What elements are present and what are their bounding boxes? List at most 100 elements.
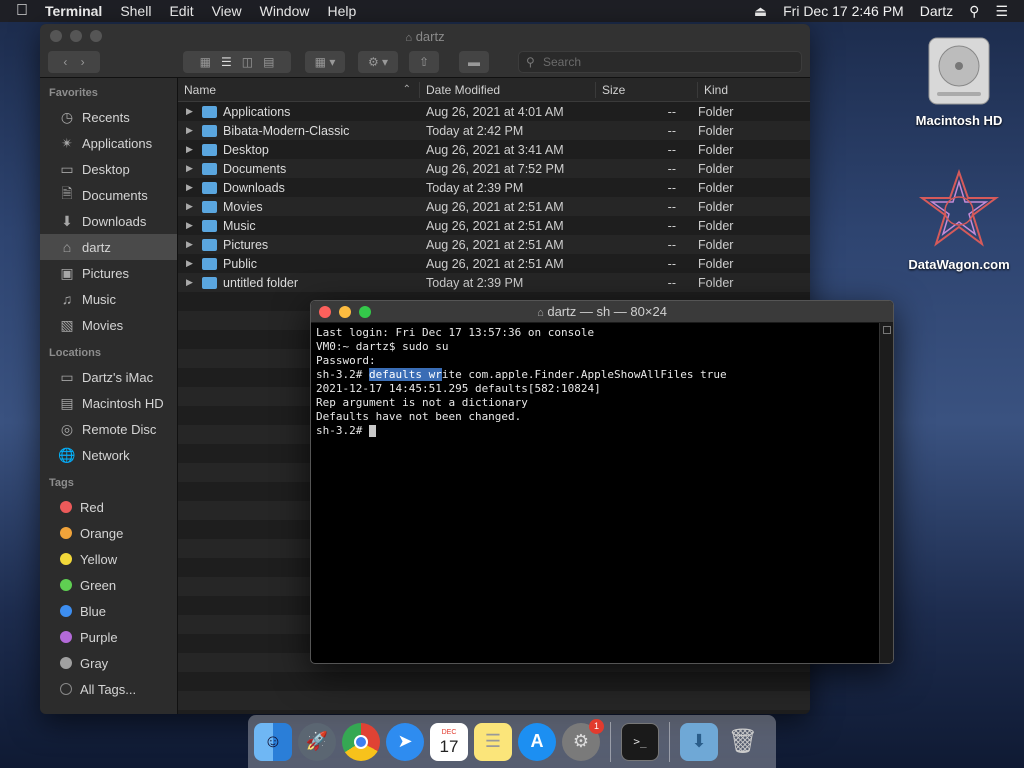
search-input[interactable]: ⚲ Search [518,51,802,73]
table-row[interactable]: ▶ Desktop Aug 26, 2021 at 3:41 AM -- Folder [178,140,810,159]
sidebar-item-movies[interactable]: ▧ Movies [40,312,177,338]
column-date-modified[interactable]: Date Modified [420,81,596,98]
window-title: ⌂ dartz [40,29,810,44]
disclosure-triangle-icon[interactable]: ▶ [186,220,202,231]
folder-icon [202,105,217,118]
file-date: Aug 26, 2021 at 2:51 AM [426,199,564,214]
forward-arrow-icon[interactable]: › [81,55,85,69]
table-row[interactable]: ▶ Documents Aug 26, 2021 at 7:52 PM -- Folde… [178,159,810,178]
eject-icon[interactable]: ⏏ [746,3,775,20]
sidebar-tag-yellow[interactable]: Yellow [40,546,177,572]
tag-button[interactable]: ▬ [459,51,489,73]
sidebar-tag-gray[interactable]: Gray [40,650,177,676]
sidebar-item-network[interactable]: 🌐 Network [40,442,177,468]
sidebar-item-music[interactable]: ♫ Music [40,286,177,312]
column-size[interactable]: Size [596,81,698,98]
terminal-scrollbar[interactable] [879,323,893,663]
menu-help[interactable]: Help [318,3,365,19]
table-row[interactable]: ▶ Movies Aug 26, 2021 at 2:51 AM -- Folder [178,197,810,216]
sidebar-item-dartz[interactable]: ⌂ dartz [40,234,177,260]
sidebar-item-macintosh-hd[interactable]: ▤ Macintosh HD [40,390,177,416]
app-store-dock-icon[interactable]: A [518,722,556,761]
sidebar-tag-orange[interactable]: Orange [40,520,177,546]
sidebar-tag-red[interactable]: Red [40,494,177,520]
safari-dock-icon[interactable]: ➤ [386,722,424,761]
shell-prompt: sh-3.2# [316,368,369,381]
finder-dock-icon[interactable]: ☺ [254,722,292,761]
sidebar-tag-blue[interactable]: Blue [40,598,177,624]
sidebar-item-applications[interactable]: ✴ Applications [40,130,177,156]
applications-icon: ✴ [61,134,73,151]
desktop-icon-macintosh-hd[interactable]: Macintosh HD [904,30,1014,128]
disclosure-triangle-icon[interactable]: ▶ [186,144,202,155]
selected-text[interactable]: defaults wr [368,368,442,381]
desktop-icon-label: Macintosh HD [915,113,1003,128]
downloads-stack-dock-icon[interactable]: ⬇ [680,722,718,761]
disclosure-triangle-icon[interactable]: ▶ [186,239,202,250]
table-row[interactable]: ▶ Downloads Today at 2:39 PM -- Folder [178,178,810,197]
file-kind: Folder [698,180,734,195]
launchpad-dock-icon[interactable]: 🚀 [298,722,336,761]
table-row[interactable]: ▶ Bibata-Modern-Classic Today at 2:42 PM --… [178,121,810,140]
calendar-dock-icon[interactable]: DEC 17 [430,722,468,761]
menu-app-terminal[interactable]: Terminal [36,3,111,19]
menu-view[interactable]: View [203,3,251,19]
menu-window[interactable]: Window [251,3,319,19]
disclosure-triangle-icon[interactable]: ▶ [186,277,202,288]
disclosure-triangle-icon[interactable]: ▶ [186,182,202,193]
finder-titlebar[interactable]: ⌂ dartz ‹ › ▦ ☰ ◫ ▤ ▦ ▾ ⚙ ▾ ⇧ ▬ ⚲ Search [40,24,810,78]
share-button[interactable]: ⇧ [409,51,439,73]
sidebar-item-pictures[interactable]: ▣ Pictures [40,260,177,286]
icon-view-icon[interactable]: ▦ [200,55,211,69]
sidebar-item-imac[interactable]: ▭ Dartz's iMac [40,364,177,390]
column-view-icon[interactable]: ◫ [242,55,253,69]
sidebar-tag-purple[interactable]: Purple [40,624,177,650]
table-row[interactable]: ▶ Public Aug 26, 2021 at 2:51 AM -- Folder [178,254,810,273]
disclosure-triangle-icon[interactable]: ▶ [186,258,202,269]
table-row[interactable]: ▶ Music Aug 26, 2021 at 2:51 AM -- Folder [178,216,810,235]
back-arrow-icon[interactable]: ‹ [63,55,67,69]
disclosure-triangle-icon[interactable]: ▶ [186,201,202,212]
view-mode-buttons[interactable]: ▦ ☰ ◫ ▤ [183,51,291,73]
sidebar-tag-green[interactable]: Green [40,572,177,598]
desktop-icon-datawagon[interactable]: DataWagon.com [904,168,1014,272]
column-kind[interactable]: Kind [698,82,808,98]
terminal-dock-icon[interactable]: >_ [621,722,659,761]
gallery-view-icon[interactable]: ▤ [263,55,274,69]
system-preferences-dock-icon[interactable]: ⚙ 1 [562,718,604,761]
group-button[interactable]: ▦ ▾ [305,51,345,73]
disclosure-triangle-icon[interactable]: ▶ [186,106,202,117]
sidebar-item-documents[interactable]: 🗎 Documents [40,182,177,208]
sidebar-item-label: Applications [82,135,153,151]
menubar-user[interactable]: Dartz [912,3,961,19]
file-name: Desktop [223,142,269,157]
trash-dock-icon[interactable]: 🗑 [724,723,762,761]
menu-edit[interactable]: Edit [160,3,202,19]
sidebar-item-remote-disc[interactable]: ◎ Remote Disc [40,416,177,442]
table-row[interactable]: ▶ Pictures Aug 26, 2021 at 2:51 AM -- Folder [178,235,810,254]
disc-icon: ◎ [60,420,74,437]
menu-shell[interactable]: Shell [111,3,160,19]
sidebar-item-desktop[interactable]: ▭ Desktop [40,156,177,182]
terminal-titlebar[interactable]: ⌂ dartz — sh — 80×24 [311,301,893,323]
back-forward-buttons[interactable]: ‹ › [48,51,100,73]
table-row[interactable]: ▶ Applications Aug 26, 2021 at 4:01 AM -- Fo… [178,102,810,121]
column-name[interactable]: Name ⌃ [178,81,420,98]
sidebar-all-tags[interactable]: All Tags... [40,676,177,702]
menubar-clock[interactable]: Fri Dec 17 2:46 PM [775,3,912,19]
sidebar-item-recents[interactable]: ◷ Recents [40,104,177,130]
terminal-output[interactable]: Last login: Fri Dec 17 13:57:36 on conso… [311,323,879,663]
control-center-icon[interactable]: ☰ [987,3,1016,20]
apple-menu-icon[interactable]:  [8,2,36,20]
notes-dock-icon[interactable]: ☰ [474,722,512,761]
disclosure-triangle-icon[interactable]: ▶ [186,125,202,136]
chrome-dock-icon[interactable] [342,722,380,761]
file-name-cell: ▶ Movies [178,200,420,214]
disclosure-triangle-icon[interactable]: ▶ [186,163,202,174]
spotlight-search-icon[interactable]: ⚲ [961,3,987,20]
sidebar-item-downloads[interactable]: ⬇ Downloads [40,208,177,234]
table-row[interactable]: ▶ untitled folder Today at 2:39 PM -- Folder [178,273,810,292]
list-view-icon[interactable]: ☰ [221,55,232,69]
dock: ☺ 🚀 ➤ DEC 17 ☰ A ⚙ 1 >_ ⬇ 🗑 [248,715,776,768]
action-button[interactable]: ⚙ ▾ [358,51,398,73]
